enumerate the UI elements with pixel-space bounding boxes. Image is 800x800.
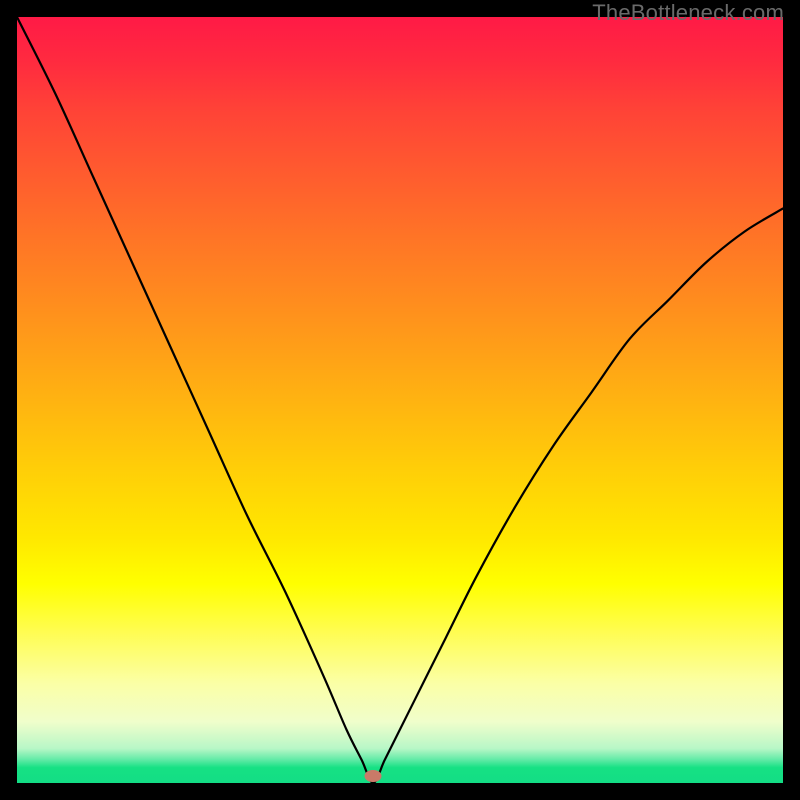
- optimum-marker: [365, 770, 382, 782]
- plot-area: [17, 17, 783, 783]
- watermark-text: TheBottleneck.com: [592, 0, 784, 26]
- bottleneck-curve: [17, 17, 783, 783]
- chart-frame: TheBottleneck.com: [0, 0, 800, 800]
